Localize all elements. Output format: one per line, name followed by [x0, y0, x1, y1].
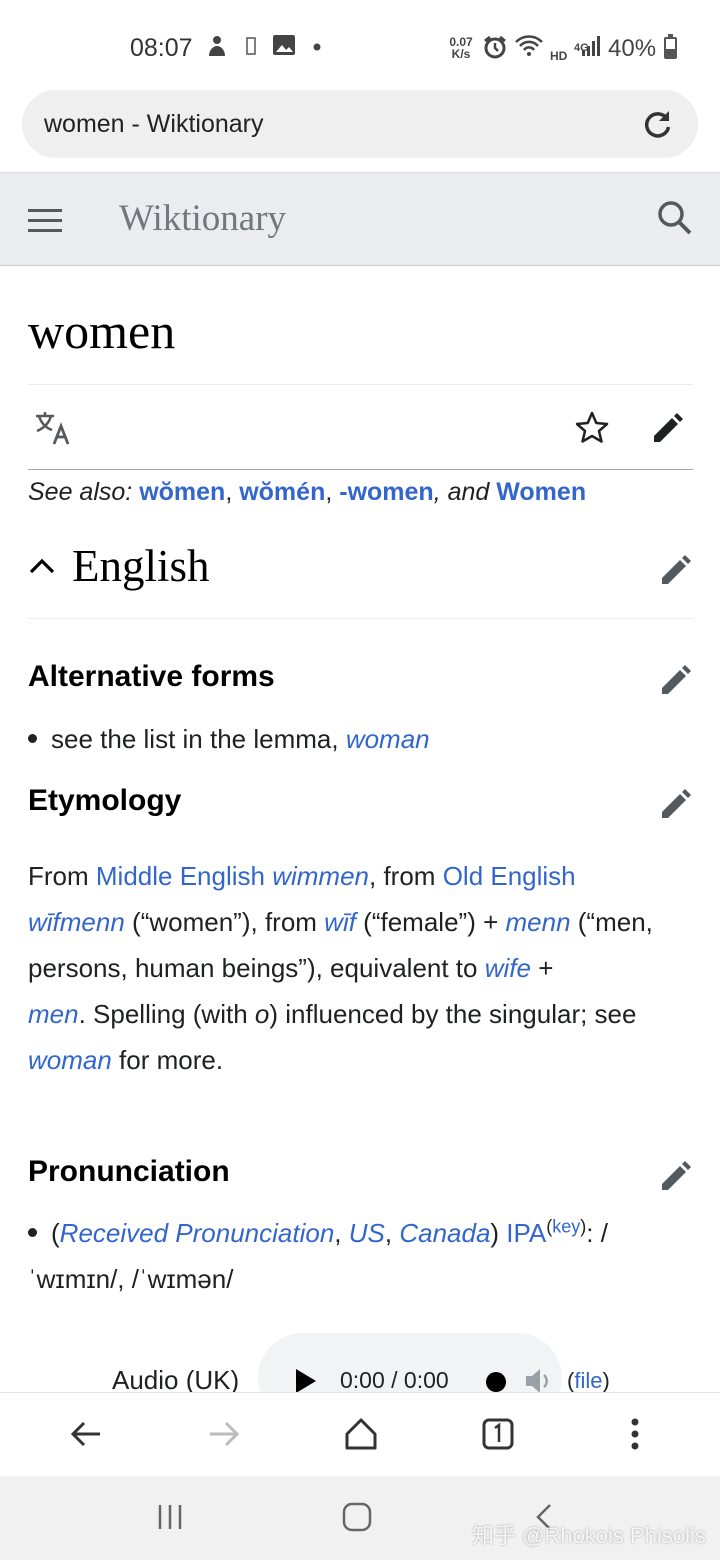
ipa-link[interactable]: IPA	[506, 1218, 546, 1248]
pronunciation-item: (Received Pronunciation, US, Canada) IPA…	[28, 1210, 693, 1302]
accent-link[interactable]: US	[349, 1218, 385, 1248]
notification-icon	[206, 34, 228, 65]
edit-section-icon[interactable]	[658, 786, 694, 827]
term-link[interactable]: wīf	[324, 907, 356, 937]
alternative-forms-heading: Alternative forms	[28, 660, 275, 693]
text: +	[530, 953, 554, 983]
separator: ,	[225, 478, 240, 506]
status-bar: 08:07 0.07 K/s HD 4G 40%	[0, 0, 720, 90]
text: o	[254, 999, 270, 1029]
term-link[interactable]: wife	[485, 953, 531, 983]
address-bar[interactable]: women - Wiktionary	[22, 90, 698, 158]
language-heading[interactable]: English	[72, 540, 210, 592]
battery-level: 40%	[608, 35, 657, 62]
forward-arrow-icon[interactable]	[206, 1410, 242, 1463]
search-icon[interactable]	[655, 198, 695, 243]
system-home-icon[interactable]	[341, 1501, 373, 1538]
text: (	[51, 1218, 60, 1248]
signal-icon	[578, 34, 600, 65]
title-divider	[28, 384, 693, 385]
text: )	[602, 1368, 610, 1393]
bullet	[28, 733, 37, 743]
audio-file-link-wrapper: (file)	[567, 1368, 610, 1394]
watermark: 知乎 @Rhokois Phisolis	[472, 1523, 706, 1548]
alarm-icon	[482, 34, 508, 67]
see-also-link[interactable]: wŏmen	[139, 478, 225, 506]
term-link[interactable]: woman	[28, 1045, 112, 1075]
ipa-key: (key)	[546, 1216, 586, 1236]
edit-page-icon[interactable]	[650, 410, 686, 451]
language-link[interactable]: Middle English	[96, 861, 265, 891]
term-link[interactable]: wīfmenn	[28, 907, 125, 937]
see-also-line: See also: wŏmen, wŏmén, -women, and Wome…	[28, 478, 586, 507]
page-url-title[interactable]: women - Wiktionary	[44, 110, 264, 139]
menu-icon[interactable]	[28, 209, 62, 233]
tabs-counter-icon[interactable]	[480, 1410, 516, 1463]
pronunciation-heading: Pronunciation	[28, 1155, 230, 1188]
separator: ,	[325, 478, 340, 506]
edit-section-icon[interactable]	[658, 1158, 694, 1199]
collapse-chevron-icon[interactable]	[28, 556, 56, 581]
text: (“women”), from	[124, 907, 325, 937]
progress-scrubber[interactable]	[486, 1372, 506, 1392]
net-speed: 0.07 K/s	[446, 36, 476, 60]
home-icon[interactable]	[342, 1410, 380, 1463]
watch-star-icon[interactable]	[574, 410, 610, 451]
list-item: see the list in the lemma, woman	[28, 724, 430, 755]
text: )	[490, 1218, 507, 1248]
edit-section-icon[interactable]	[658, 662, 694, 703]
term-link[interactable]: men	[28, 999, 79, 1029]
wifi-icon	[514, 34, 544, 65]
language-divider	[28, 618, 693, 619]
more-options-icon[interactable]	[620, 1410, 650, 1463]
text: ,	[384, 1218, 400, 1248]
back-arrow-icon[interactable]	[68, 1410, 104, 1463]
see-also-link[interactable]: Women	[496, 478, 586, 506]
actions-divider	[28, 469, 693, 470]
bullet	[28, 1227, 37, 1237]
lemma-link[interactable]: woman	[346, 724, 430, 754]
page-title: women	[28, 303, 176, 359]
more-notifications-icon	[312, 34, 322, 63]
text: ) influenced by the singular; see	[269, 999, 637, 1029]
etymology-heading: Etymology	[28, 784, 182, 817]
site-header: Wiktionary	[0, 172, 720, 266]
text: From	[28, 861, 96, 891]
term-link[interactable]: wimmen	[272, 861, 369, 891]
audio-time: 0:00 / 0:00	[340, 1367, 449, 1393]
play-icon[interactable]	[296, 1369, 316, 1393]
site-logo[interactable]: Wiktionary	[119, 197, 286, 240]
accent-link[interactable]: Canada	[399, 1218, 490, 1248]
list-item-text: see the list in the lemma,	[51, 724, 346, 754]
battery-icon	[664, 34, 677, 59]
sim-icon	[246, 34, 256, 62]
see-also-link[interactable]: -women	[339, 478, 433, 506]
see-also-label: See also:	[28, 478, 140, 506]
clock: 08:07	[130, 34, 193, 62]
text: for more.	[111, 1045, 224, 1075]
see-also-link[interactable]: wŏmén	[239, 478, 325, 506]
text: ,	[334, 1218, 349, 1248]
language-link[interactable]: Old English	[443, 861, 576, 891]
edit-section-icon[interactable]	[658, 552, 694, 593]
reload-icon[interactable]	[642, 108, 674, 140]
text: (“female”) +	[355, 907, 506, 937]
text: , from	[369, 861, 443, 891]
gallery-icon	[272, 34, 296, 63]
recent-apps-icon[interactable]	[155, 1502, 185, 1537]
audio-file-link[interactable]: file	[574, 1368, 602, 1393]
etymology-text: From Middle English wimmen, from Old Eng…	[28, 853, 693, 1083]
term-link[interactable]: menn	[505, 907, 570, 937]
separator: , and	[433, 478, 497, 506]
accent-link[interactable]: Received Pronunciation	[60, 1218, 335, 1248]
text: . Spelling (with	[78, 999, 255, 1029]
language-icon[interactable]	[34, 410, 72, 451]
hd-label: HD	[550, 49, 568, 63]
key-link[interactable]: key	[552, 1216, 580, 1236]
net-speed-unit: K/s	[451, 47, 471, 61]
